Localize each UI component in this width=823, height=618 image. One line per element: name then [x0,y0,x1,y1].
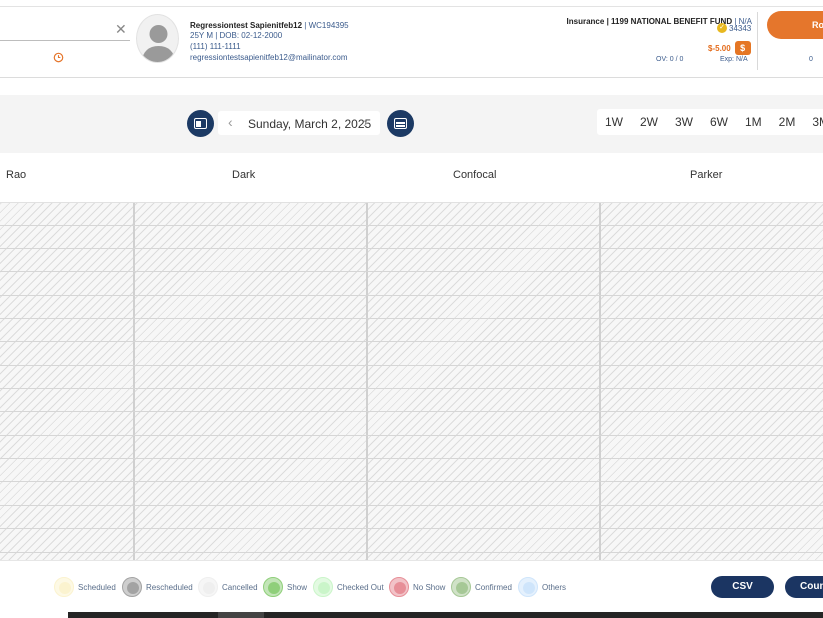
calendar-view-button[interactable] [187,110,214,137]
clock-icon[interactable] [53,52,64,63]
header-action-button[interactable]: Ro [767,11,823,39]
list-icon [394,118,407,129]
no-show-dot [389,577,409,597]
csv-button[interactable]: CSV [711,576,774,598]
coin-icon: ✓ [717,23,727,33]
column-divider [366,203,368,560]
schedule-grid[interactable] [0,203,823,560]
rescheduled-dot [122,577,142,597]
next-date-button[interactable]: › [363,115,368,129]
range-2m[interactable]: 2M [771,109,804,135]
range-1m[interactable]: 1M [737,109,770,135]
legend-others: Others [518,577,566,597]
show-dot [263,577,283,597]
column-divider [599,203,601,560]
insurance-expiry: Exp: N/A [720,56,748,63]
insurance-label: Insurance [566,17,605,26]
range-3m[interactable]: 3M [804,109,823,135]
legend-label: Cancelled [222,582,258,592]
insurance-plan[interactable]: 1199 NATIONAL BENEFIT FUND [611,17,732,26]
search-input[interactable] [0,40,130,41]
time-slot-line [0,341,823,342]
patient-demographics: 25Y M | DOB: 02-12-2000 [190,31,283,40]
points-value: 34343 [729,23,752,33]
range-1w[interactable]: 1W [597,109,631,135]
column-divider [133,203,135,560]
patient-name-line: Regressiontest Sapienitfeb12 | WC194395 [190,21,349,30]
time-slot-line [0,528,823,529]
avatar [136,14,179,63]
patient-email: regressiontestsapienitfeb12@mailinator.c… [190,53,348,62]
time-slot-line [0,388,823,389]
time-slot-line [0,295,823,296]
payment-button[interactable]: $ [734,41,751,55]
time-slot-line [0,411,823,412]
time-slot-line [0,225,823,226]
column-header-parker: Parker [690,169,723,181]
header-count: 0 [809,56,813,63]
count-button[interactable]: Coun [785,576,823,598]
legend-rescheduled: Rescheduled [122,577,193,597]
legend-checked-out: Checked Out [313,577,384,597]
list-icon-line1 [396,122,405,124]
clear-search-icon[interactable]: ✕ [115,22,127,36]
list-view-button[interactable] [387,110,414,137]
time-slot-line [0,271,823,272]
range-2w[interactable]: 2W [632,109,666,135]
range-6w[interactable]: 6W [702,109,736,135]
bottom-taskbar [68,612,823,618]
scheduled-dot [54,577,74,597]
taskbar-highlight [218,612,264,618]
legend-label: Show [287,582,308,592]
legend-label: Scheduled [78,582,116,592]
patient-phone: (111) 111-1111 [190,42,241,51]
checked-out-dot [313,577,333,597]
list-icon-line2 [396,125,405,127]
time-slot-line [0,318,823,319]
others-dot [518,577,538,597]
prev-date-button[interactable]: ‹ [228,115,233,129]
patient-id: WC194395 [308,21,349,30]
legend-label: No Show [413,582,446,592]
app-root: ✕ Regressiontest Sapienitfeb12 | WC19439… [0,0,823,618]
legend-scheduled: Scheduled [54,577,116,597]
ov-count: OV: 0 / 0 [656,56,684,63]
user-silhouette-icon [141,25,176,62]
legend-no-show: No Show [389,577,445,597]
time-slot-line [0,248,823,249]
legend-label: Confirmed [475,582,512,592]
column-header-rao: Rao [6,169,27,181]
legend-confirmed: Confirmed [451,577,512,597]
time-slot-line [0,505,823,506]
time-slot-line [0,365,823,366]
legend-cancelled: Cancelled [198,577,258,597]
loyalty-points: ✓ 34343 [717,23,751,33]
confirmed-dot [451,577,471,597]
balance-row: $-5.00 $ [708,41,751,55]
current-date[interactable]: Sunday, March 2, 2025 [248,117,371,131]
legend-show: Show [263,577,307,597]
cancelled-dot [198,577,218,597]
legend-label: Rescheduled [146,582,193,592]
legend-label: Checked Out [337,582,384,592]
time-slot-line [0,458,823,459]
time-slot-line [0,435,823,436]
time-slot-line [0,481,823,482]
column-header-dark: Dark [232,169,256,181]
column-header-confocal: Confocal [453,169,497,181]
balance-value: $-5.00 [708,43,731,53]
range-tabs: 1W 2W 3W 6W 1M 2M 3M [597,109,823,135]
calendar-panel-icon-fill [196,121,201,127]
date-navigator: ‹ Sunday, March 2, 2025 › [218,111,380,135]
legend-label: Others [542,582,567,592]
range-3w[interactable]: 3W [667,109,701,135]
time-slot-line [0,552,823,553]
patient-name[interactable]: Regressiontest Sapienitfeb12 [190,21,302,30]
header-divider [757,12,758,70]
